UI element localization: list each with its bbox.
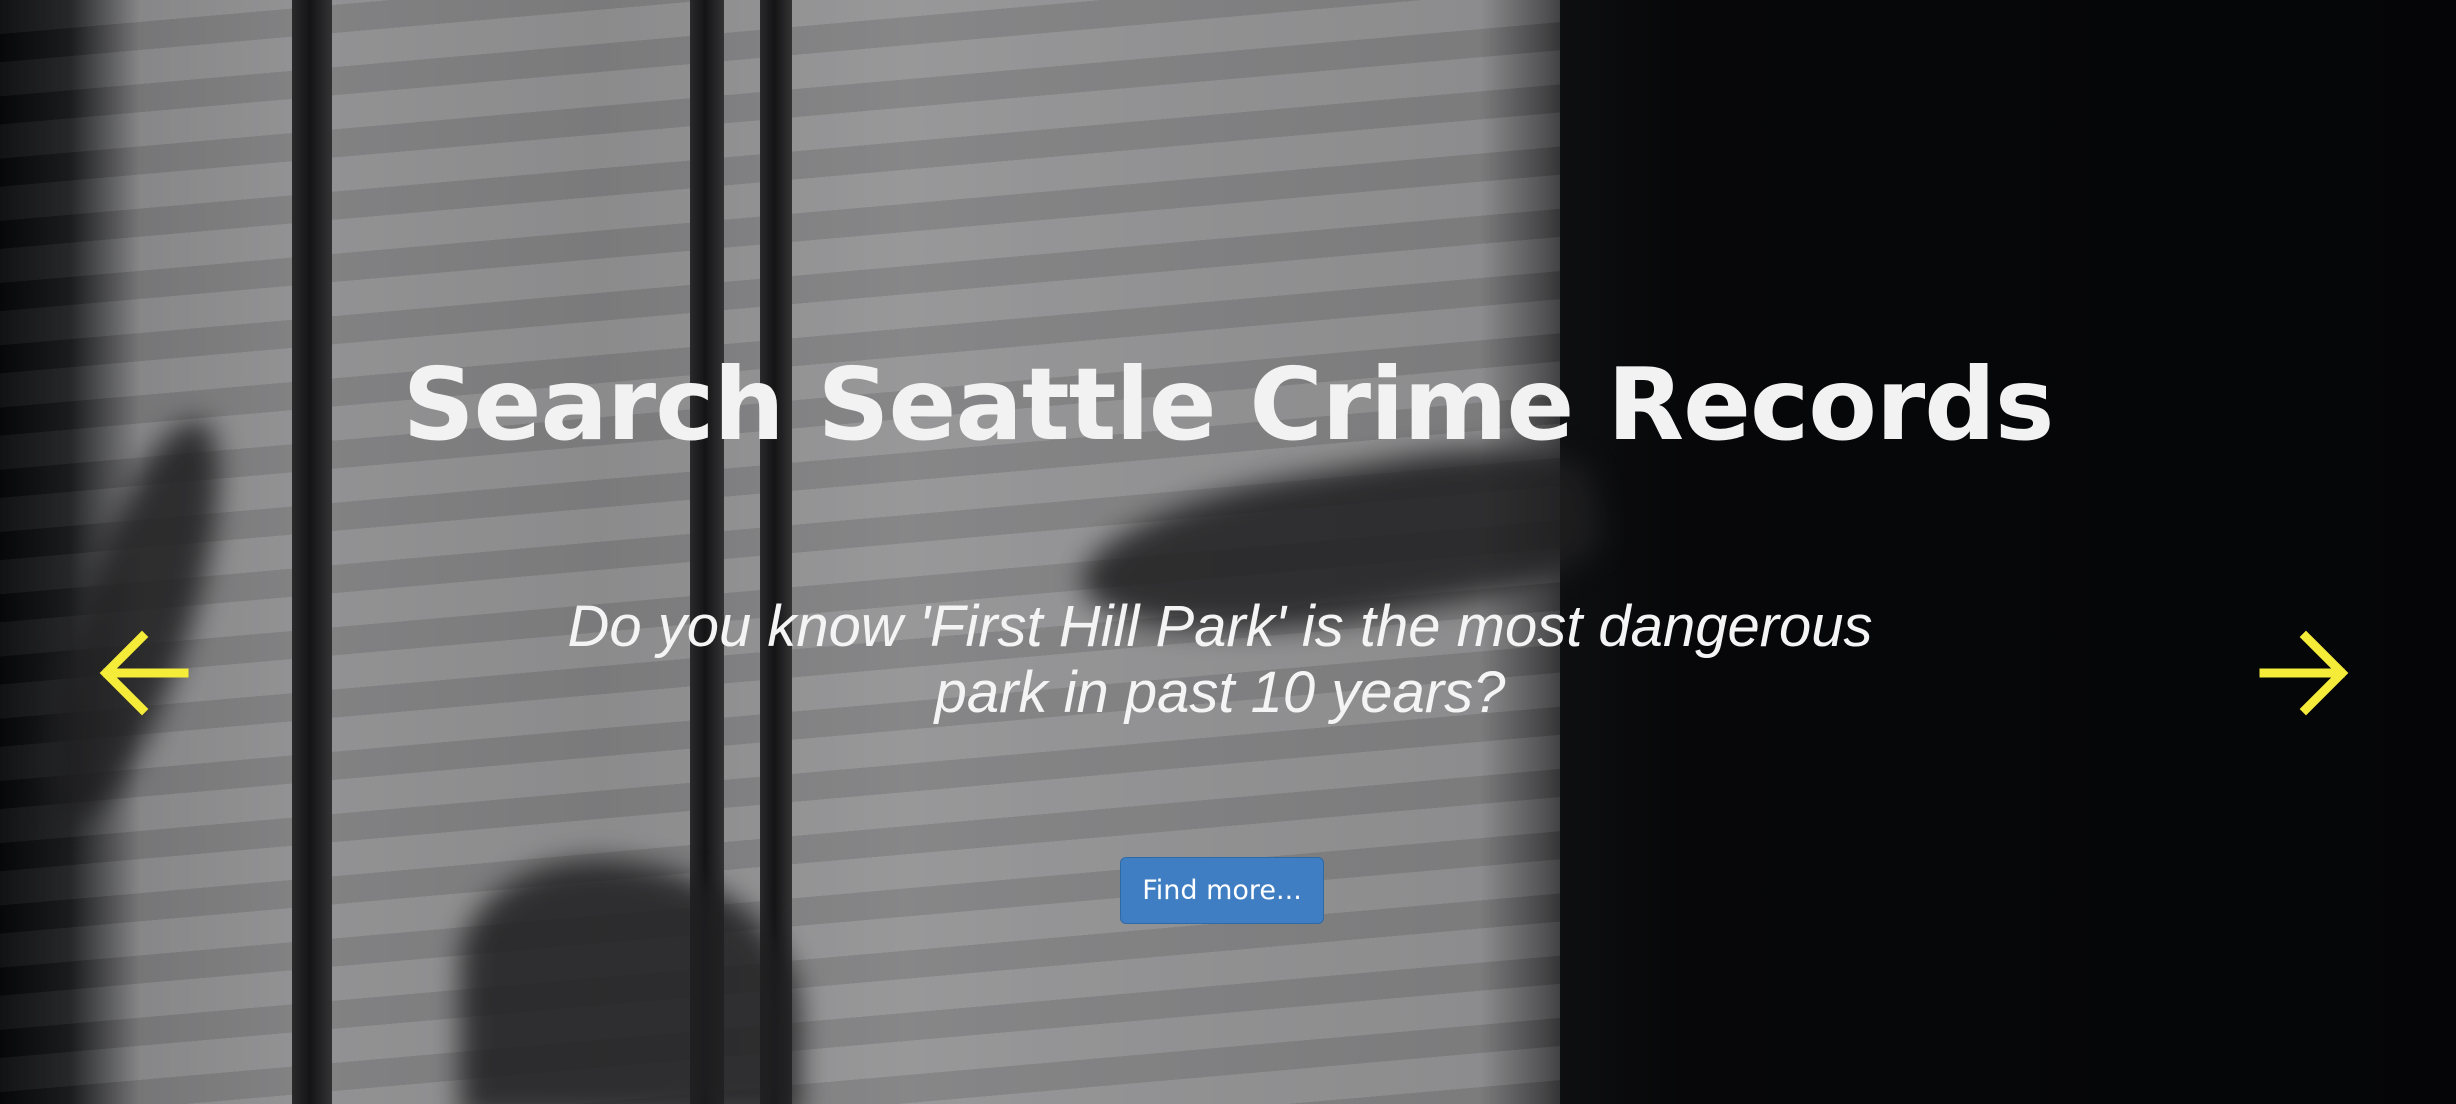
- hero-content: Search Seattle Crime Records Do you know…: [0, 0, 2456, 1104]
- find-more-button[interactable]: Find more...: [1120, 857, 1324, 924]
- carousel-next-button[interactable]: [2256, 625, 2352, 721]
- hero-subtitle: Do you know 'First Hill Park' is the mos…: [567, 594, 1873, 725]
- hero-carousel: Search Seattle Crime Records Do you know…: [0, 0, 2456, 1104]
- hero-title: Search Seattle Crime Records: [402, 346, 2055, 463]
- arrow-left-icon: [96, 625, 192, 721]
- arrow-right-icon: [2256, 625, 2352, 721]
- carousel-prev-button[interactable]: [96, 625, 192, 721]
